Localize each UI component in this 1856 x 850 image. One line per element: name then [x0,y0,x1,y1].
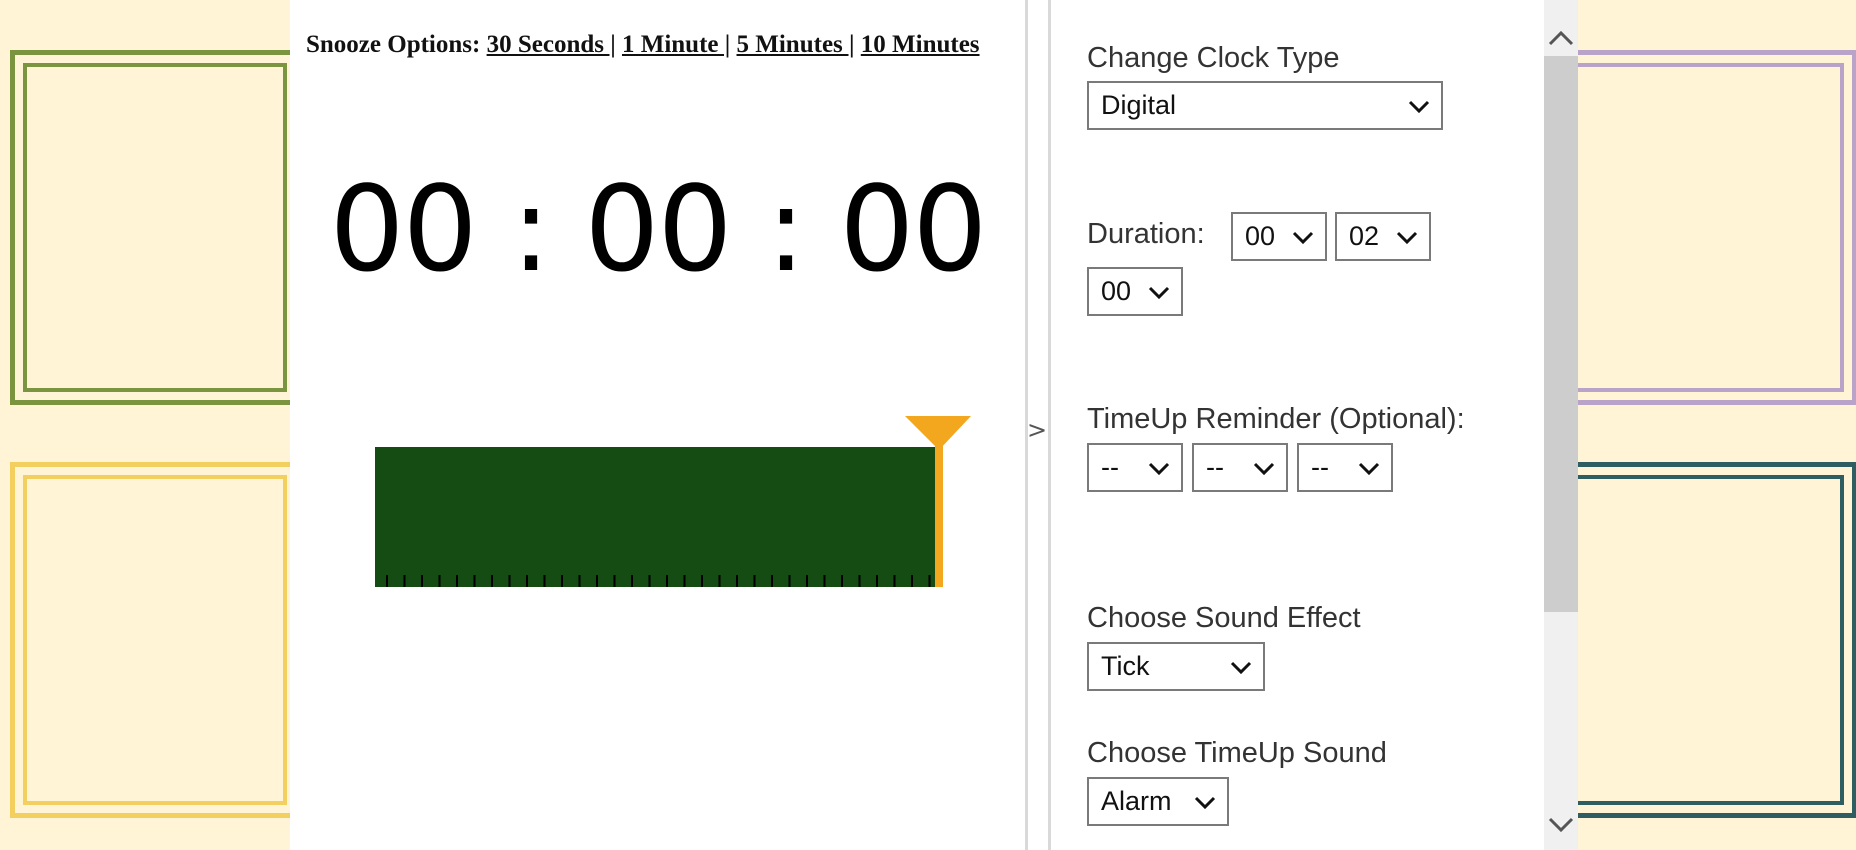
sound-effect-select[interactable]: Tick [1087,642,1265,691]
timer-panel: Snooze Options: 30 Seconds | 1 Minute | … [290,0,1025,850]
scroll-up-button[interactable] [1544,18,1578,58]
scroll-down-button[interactable] [1544,805,1578,845]
reminder-label: TimeUp Reminder (Optional): [1087,403,1465,435]
reminder-seconds-value: -- [1311,452,1329,482]
timeup-sound-value: Alarm [1101,786,1172,816]
snooze-options: Snooze Options: 30 Seconds | 1 Minute | … [306,24,1006,65]
duration-minutes-value: 02 [1349,221,1380,251]
duration-hours-select[interactable]: 00 [1231,212,1327,261]
settings-panel: Change Clock Type Digital Duration: 00 0… [1051,0,1544,850]
chevron-down-icon [1548,817,1574,833]
progress-ruler [375,416,971,587]
duration-label: Duration: [1087,218,1205,250]
chevron-up-icon [1548,30,1574,46]
chevron-down-icon [1148,462,1170,476]
decorative-frame-green [10,50,300,405]
snooze-30-seconds-link[interactable]: 30 Seconds | [487,31,616,58]
reminder-hours-select[interactable]: -- [1087,443,1183,492]
snooze-label: Snooze Options: [306,31,481,58]
timeup-sound-label: Choose TimeUp Sound [1087,737,1387,769]
chevron-down-icon [1358,462,1380,476]
chevron-down-icon [1230,661,1252,675]
snooze-1-minute-link[interactable]: 1 Minute | [622,31,730,58]
reminder-seconds-select[interactable]: -- [1297,443,1393,492]
duration-seconds-select[interactable]: 00 [1087,267,1183,316]
timeup-sound-select[interactable]: Alarm [1087,777,1229,826]
progress-marker-triangle [905,416,971,450]
chevron-down-icon [1292,231,1314,245]
digital-clock-display: 00 : 00 : 00 [329,160,988,298]
progress-marker-line [935,442,943,587]
clock-type-select[interactable]: Digital [1087,81,1443,130]
chevron-down-icon [1408,100,1430,114]
decorative-frame-teal [1555,462,1856,818]
chevron-down-icon [1396,231,1418,245]
chevron-down-icon [1253,462,1275,476]
sound-effect-label: Choose Sound Effect [1087,602,1361,634]
chevron-down-icon [1148,286,1170,300]
duration-seconds-value: 00 [1101,276,1132,306]
duration-hours-value: 00 [1245,221,1276,251]
settings-toggle-button[interactable]: > [1027,416,1047,444]
decorative-frame-purple [1555,50,1856,405]
duration-minutes-select[interactable]: 02 [1335,212,1431,261]
decorative-frame-yellow [10,462,300,818]
reminder-minutes-select[interactable]: -- [1192,443,1288,492]
clock-type-label: Change Clock Type [1087,42,1340,74]
reminder-minutes-value: -- [1206,452,1224,482]
reminder-hours-value: -- [1101,452,1119,482]
scrollbar-thumb[interactable] [1544,56,1578,612]
sound-effect-value: Tick [1101,651,1150,681]
progress-bar-fill [375,447,939,587]
chevron-down-icon [1194,796,1216,810]
snooze-10-minutes-link[interactable]: 10 Minutes [861,31,980,58]
snooze-5-minutes-link[interactable]: 5 Minutes | [737,31,855,58]
clock-type-value: Digital [1101,90,1177,120]
